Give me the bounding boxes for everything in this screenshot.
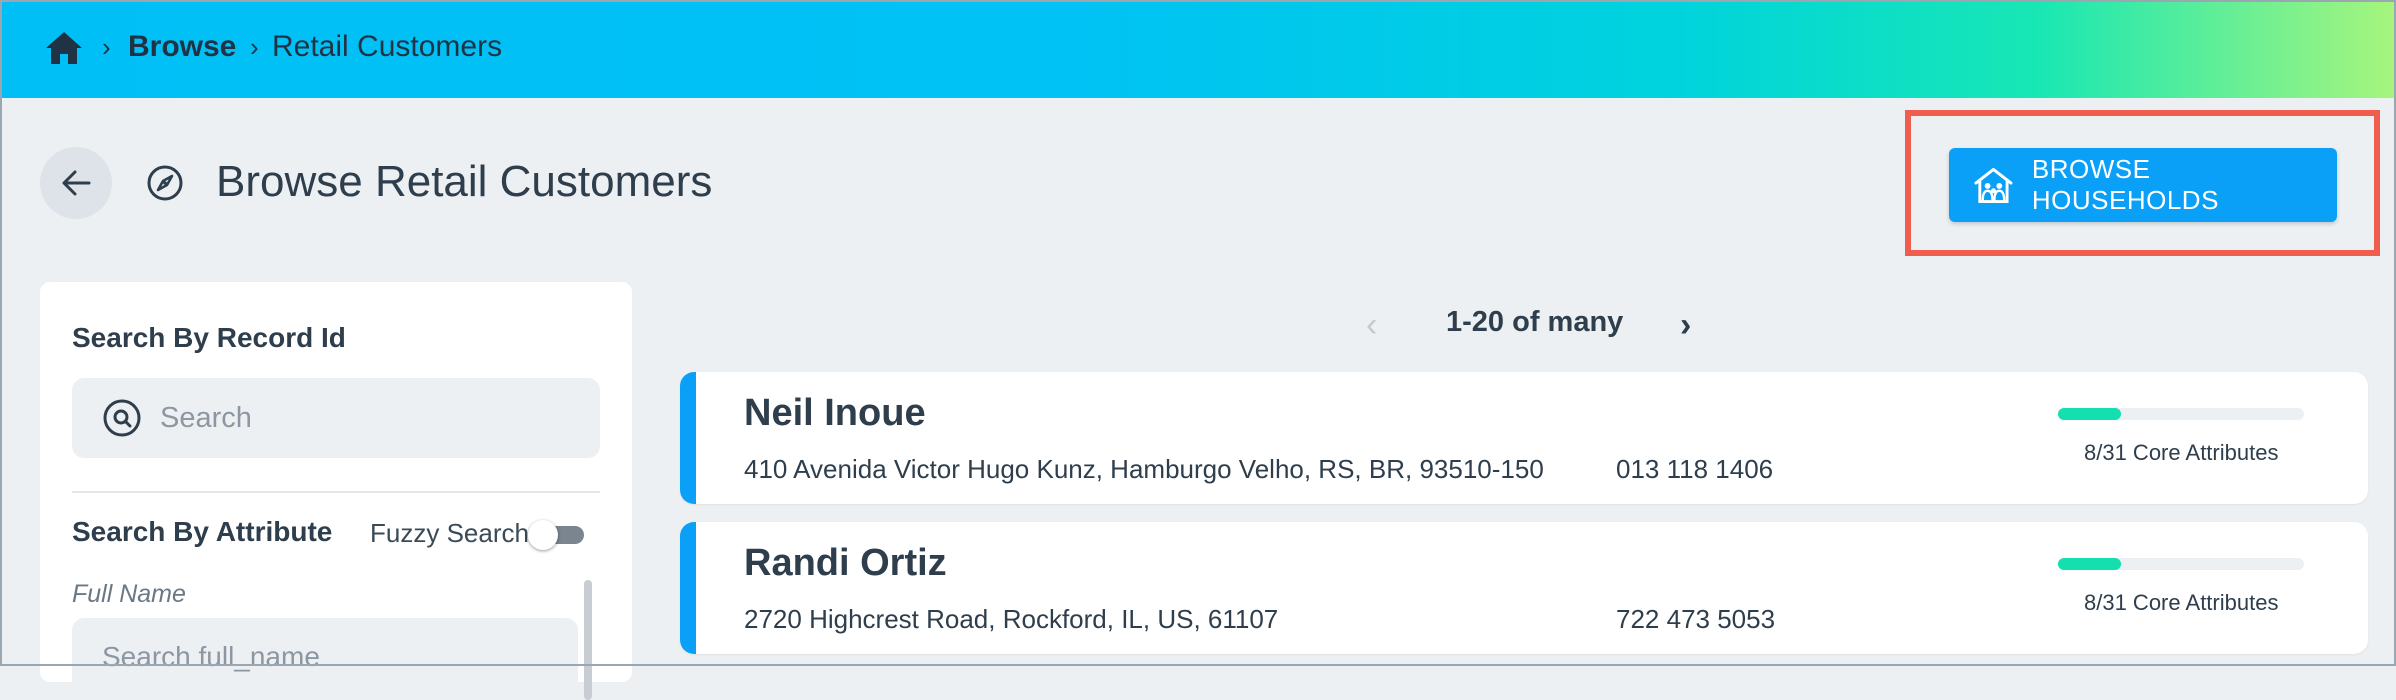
- back-button[interactable]: [40, 147, 112, 219]
- record-phone: 013 118 1406: [1616, 454, 1774, 484]
- record-card[interactable]: Neil Inoue 410 Avenida Victor Hugo Kunz,…: [680, 372, 2368, 504]
- record-id-search[interactable]: [72, 378, 600, 458]
- fuzzy-search-toggle[interactable]: [528, 520, 588, 550]
- card-accent: [680, 372, 696, 504]
- compass-icon: [147, 165, 183, 201]
- record-address: 410 Avenida Victor Hugo Kunz, Hamburgo V…: [744, 454, 1544, 484]
- card-accent: [680, 522, 696, 654]
- core-attributes-count: 8/31 Core Attributes: [2084, 590, 2279, 615]
- breadcrumb-separator: ›: [250, 32, 259, 62]
- breadcrumb-retail-customers: Retail Customers: [272, 30, 503, 63]
- previous-page-button[interactable]: ‹: [1366, 306, 1377, 345]
- record-address: 2720 Highcrest Road, Rockford, IL, US, 6…: [744, 604, 1279, 634]
- arrow-left-icon: [62, 170, 91, 196]
- record-name: Neil Inoue: [744, 392, 926, 434]
- fuzzy-search-label: Fuzzy Search: [370, 518, 529, 548]
- record-card[interactable]: Randi Ortiz 2720 Highcrest Road, Rockfor…: [680, 522, 2368, 654]
- core-attributes-count: 8/31 Core Attributes: [2084, 440, 2279, 465]
- full-name-label: Full Name: [72, 580, 186, 608]
- breadcrumb-separator: ›: [102, 32, 111, 62]
- completeness-bar: [2058, 408, 2304, 420]
- house-people-icon: [1974, 167, 2013, 204]
- record-id-search-input[interactable]: [158, 400, 582, 436]
- filter-scrollbar[interactable]: [584, 580, 592, 700]
- home-icon[interactable]: [44, 30, 84, 66]
- full-name-field[interactable]: [72, 618, 578, 698]
- next-page-button[interactable]: ›: [1680, 306, 1691, 345]
- completeness-fill: [2058, 558, 2122, 570]
- record-phone: 722 473 5053: [1616, 604, 1776, 634]
- page-title: Browse Retail Customers: [216, 157, 713, 206]
- search-icon: [103, 399, 141, 437]
- full-name-input[interactable]: [100, 640, 544, 674]
- record-name: Randi Ortiz: [744, 542, 947, 584]
- breadcrumb-browse[interactable]: Browse: [128, 30, 236, 64]
- top-bar: › Browse › Retail Customers: [0, 0, 2396, 98]
- completeness-bar: [2058, 558, 2304, 570]
- filter-panel: Search By Record Id Search By Attribute …: [40, 282, 632, 700]
- divider: [72, 491, 600, 493]
- search-by-record-id-heading: Search By Record Id: [72, 322, 346, 353]
- completeness-fill: [2058, 408, 2122, 420]
- pagination-range: 1-20 of many: [1446, 306, 1624, 338]
- toggle-knob: [528, 520, 558, 550]
- browse-households-button[interactable]: BROWSE HOUSEHOLDS: [1949, 148, 2337, 222]
- search-by-attribute-heading: Search By Attribute: [72, 516, 333, 547]
- browse-households-label: BROWSE HOUSEHOLDS: [2031, 154, 2219, 215]
